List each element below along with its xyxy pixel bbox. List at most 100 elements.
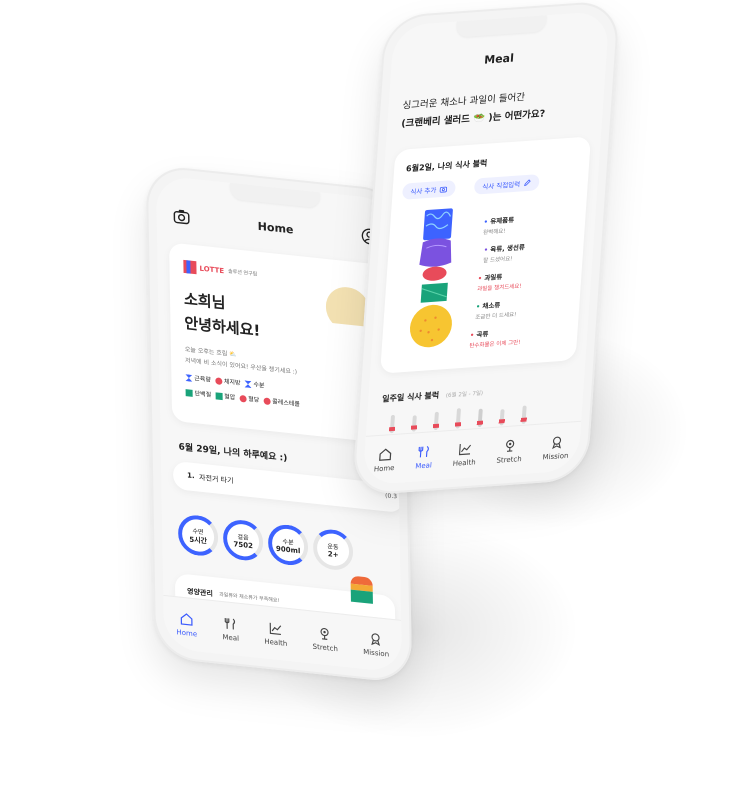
tab-label: Meal [415, 460, 433, 471]
legend-label: 혈당 [248, 395, 260, 404]
add-meal-button[interactable]: 식사 추가 [401, 179, 456, 200]
food-group-name: 채소류 [482, 301, 501, 311]
tab-label: Stretch [312, 642, 338, 653]
food-group-desc: 잘 드셨어요! [482, 256, 513, 265]
health-legend: 근육량 체지방 수분단백질 혈압 혈당 콜레스테롤 [185, 370, 375, 420]
food-group-desc: 과일을 챙겨드세요! [476, 283, 522, 293]
food-group-desc: 완벽해요! [482, 228, 506, 237]
tab-label: Meal [222, 632, 240, 643]
brand-name: LOTTE [199, 264, 225, 275]
tab-label: Health [264, 636, 288, 648]
legend-label: 콜레스테롤 [272, 398, 300, 409]
record-title: 6월2일, 나의 식사 블럭 [405, 158, 488, 174]
stat-value: 900ml [275, 544, 301, 555]
activity-label: 자전거 타기 [199, 473, 234, 486]
stat-value: 5시간 [189, 535, 208, 545]
tab-label: Home [176, 627, 198, 638]
lotte-logo-mark [183, 259, 197, 275]
food-group-desc: 탄수화물은 이제 그만! [469, 339, 521, 350]
tab-label: Stretch [496, 454, 523, 465]
food-block-tower [409, 208, 453, 348]
lotte-logo: LOTTE 솔루션 연구팀 [183, 259, 258, 281]
meal-record-card: 6월2일, 나의 식사 블럭 식사 추가 식사 직접입력 • 유제품류 완벽해요… [380, 136, 592, 374]
phone-meal: Meal 싱그러운 채소나 과일이 들어간 (크랜베리 샐러드 🥗 )는 어떤가… [351, 0, 621, 497]
brand-subtitle: 솔루션 연구팀 [228, 268, 258, 278]
stat-exercise[interactable]: 운동 2+ [312, 527, 354, 572]
legend-item: 수분 [244, 380, 265, 390]
legend-label: 근육량 [194, 375, 211, 384]
home-icon [378, 448, 392, 461]
pencil-icon [524, 179, 531, 187]
legend-label: 혈압 [224, 393, 236, 402]
legend-label: 체지방 [223, 378, 241, 387]
legend-item: 콜레스테롤 [263, 397, 300, 408]
stat-sleep[interactable]: 수면 5시간 [177, 513, 219, 558]
stretch-icon [320, 627, 330, 640]
stretch-icon [506, 439, 515, 452]
tab-label: Mission [542, 451, 569, 462]
day-title: 6월 29일, 나의 하루예요 :) [178, 442, 288, 464]
food-group-desc: 조금만 더 드세요! [474, 312, 517, 321]
weekly-title: 일주일 식사 블럭 (6월 2일 - 7일) [382, 387, 484, 405]
tab-mission[interactable]: Mission [363, 630, 389, 658]
chart-line-icon [269, 622, 282, 635]
chart-line-icon [458, 443, 472, 455]
weekly-title-text: 일주일 식사 블럭 [381, 390, 440, 404]
tab-home[interactable]: Home [176, 611, 197, 638]
tab-home[interactable]: Home [374, 446, 396, 473]
legend-label: 단백질 [194, 390, 212, 399]
square-icon [185, 389, 193, 397]
food-group-name: 과일류 [484, 272, 503, 283]
food-group-meat: • 육류, 생선류 잘 드셨어요! [483, 241, 525, 264]
tab-stretch[interactable]: Stretch [496, 437, 523, 464]
chip-label: 식사 추가 [410, 186, 437, 197]
manual-input-button[interactable]: 식사 직접입력 [473, 174, 540, 195]
tab-health[interactable]: Health [264, 620, 287, 647]
legend-item: 체지방 [214, 377, 241, 387]
weekly-range: (6월 2일 - 7일) [445, 390, 484, 400]
page-title: Home [257, 219, 294, 237]
legend-item: 단백질 [185, 389, 212, 399]
meal-screen: Meal 싱그러운 채소나 과일이 들어간 (크랜베리 샐러드 🥗 )는 어떤가… [362, 10, 610, 486]
greeting-hello: 안녕하세요! [184, 314, 261, 341]
circle-icon [214, 377, 222, 385]
tab-stretch[interactable]: Stretch [312, 625, 338, 653]
stat-water[interactable]: 수분 900ml [267, 522, 309, 568]
legend-item: 혈압 [215, 392, 235, 401]
stat-steps[interactable]: 걸음 7502 [222, 518, 264, 563]
hourglass-icon [185, 374, 192, 382]
phone-notch [229, 182, 321, 209]
tab-meal[interactable]: Meal [415, 444, 433, 470]
stat-value: 2+ [327, 549, 339, 559]
page-title: Meal [483, 51, 515, 67]
phone-notch [455, 15, 547, 38]
food-group-fruit: • 과일류 과일을 챙겨드세요! [476, 269, 523, 293]
legend-item: 근육량 [185, 374, 211, 384]
meal-block-thumbnail [350, 575, 373, 604]
legend-item: 혈당 [239, 394, 260, 404]
greeting-name: 소희님 [183, 289, 226, 313]
food-group-name: 유제품류 [489, 215, 515, 226]
tab-mission[interactable]: Mission [542, 434, 570, 461]
fork-knife-icon [418, 445, 430, 457]
square-icon [215, 392, 223, 401]
tab-label: Health [452, 457, 476, 468]
tab-meal[interactable]: Meal [222, 616, 240, 643]
food-group-dairy: • 유제품류 완벽해요! [483, 214, 515, 236]
food-group-grain: • 곡류 탄수화물은 이제 그만! [469, 326, 522, 350]
medal-icon [551, 436, 561, 449]
camera-icon [439, 186, 448, 193]
legend-label: 수분 [253, 381, 265, 390]
tab-health[interactable]: Health [452, 441, 477, 468]
medal-icon [371, 632, 381, 646]
activity-value: (0.3 [385, 492, 398, 501]
hourglass-icon [244, 380, 251, 388]
greeting-card: LOTTE 솔루션 연구팀 소희님 안녕하세요! 오늘 오후는 흐림 ⛅ 저녁에… [169, 242, 387, 444]
tab-label: Mission [363, 647, 390, 659]
circle-icon [263, 397, 271, 406]
fork-knife-icon [224, 617, 235, 630]
stat-value: 7502 [233, 539, 253, 550]
circle-icon [239, 394, 247, 403]
home-icon [180, 612, 193, 626]
food-group-name: 곡류 [476, 330, 489, 339]
